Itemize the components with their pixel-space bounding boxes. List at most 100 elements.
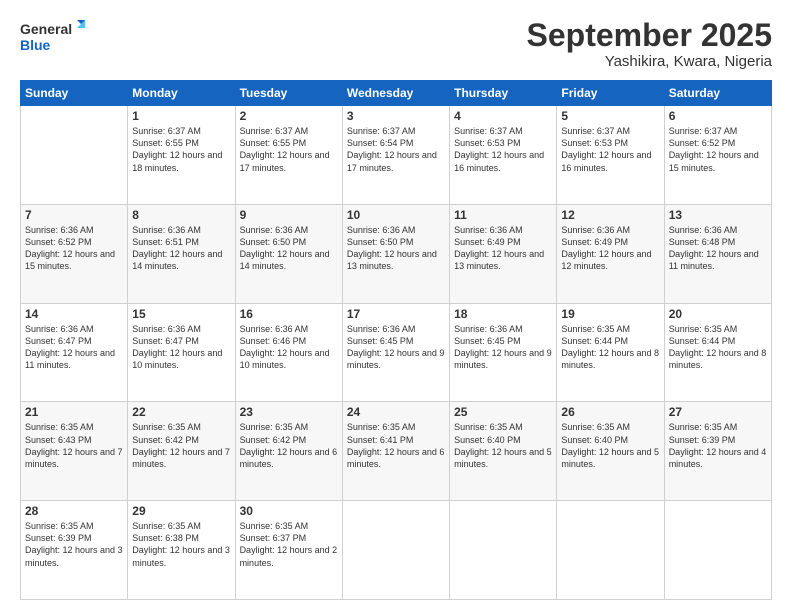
day-number: 18 [454,307,552,321]
cell-4-6: 26 Sunrise: 6:35 AMSunset: 6:40 PMDaylig… [557,402,664,501]
col-tuesday: Tuesday [235,81,342,106]
cell-1-2: 1 Sunrise: 6:37 AMSunset: 6:55 PMDayligh… [128,106,235,205]
cell-info: Sunrise: 6:37 AMSunset: 6:52 PMDaylight:… [669,126,759,172]
day-number: 9 [240,208,338,222]
cell-5-5 [450,501,557,600]
cell-1-3: 2 Sunrise: 6:37 AMSunset: 6:55 PMDayligh… [235,106,342,205]
cell-3-3: 16 Sunrise: 6:36 AMSunset: 6:46 PMDaylig… [235,303,342,402]
calendar-header-row: Sunday Monday Tuesday Wednesday Thursday… [21,81,772,106]
svg-text:General: General [20,21,72,37]
week-row-3: 14 Sunrise: 6:36 AMSunset: 6:47 PMDaylig… [21,303,772,402]
logo-svg: General Blue [20,18,90,60]
cell-info: Sunrise: 6:35 AMSunset: 6:39 PMDaylight:… [669,422,767,468]
day-number: 27 [669,405,767,419]
cell-5-7 [664,501,771,600]
day-number: 2 [240,109,338,123]
cell-info: Sunrise: 6:35 AMSunset: 6:38 PMDaylight:… [132,521,230,567]
col-friday: Friday [557,81,664,106]
cell-info: Sunrise: 6:37 AMSunset: 6:55 PMDaylight:… [240,126,330,172]
header: General Blue September 2025 Yashikira, K… [20,18,772,70]
cell-1-1 [21,106,128,205]
svg-text:Blue: Blue [20,37,51,53]
cell-info: Sunrise: 6:36 AMSunset: 6:50 PMDaylight:… [240,225,330,271]
day-number: 24 [347,405,445,419]
col-sunday: Sunday [21,81,128,106]
cell-info: Sunrise: 6:35 AMSunset: 6:43 PMDaylight:… [25,422,123,468]
cell-5-3: 30 Sunrise: 6:35 AMSunset: 6:37 PMDaylig… [235,501,342,600]
cell-2-2: 8 Sunrise: 6:36 AMSunset: 6:51 PMDayligh… [128,204,235,303]
cell-3-6: 19 Sunrise: 6:35 AMSunset: 6:44 PMDaylig… [557,303,664,402]
cell-info: Sunrise: 6:35 AMSunset: 6:44 PMDaylight:… [561,324,659,370]
day-number: 29 [132,504,230,518]
cell-4-3: 23 Sunrise: 6:35 AMSunset: 6:42 PMDaylig… [235,402,342,501]
cell-info: Sunrise: 6:37 AMSunset: 6:55 PMDaylight:… [132,126,222,172]
cell-info: Sunrise: 6:35 AMSunset: 6:44 PMDaylight:… [669,324,767,370]
cell-5-4 [342,501,449,600]
day-number: 14 [25,307,123,321]
cell-3-5: 18 Sunrise: 6:36 AMSunset: 6:45 PMDaylig… [450,303,557,402]
day-number: 21 [25,405,123,419]
day-number: 26 [561,405,659,419]
cell-1-5: 4 Sunrise: 6:37 AMSunset: 6:53 PMDayligh… [450,106,557,205]
title-block: September 2025 Yashikira, Kwara, Nigeria [527,18,772,70]
cell-info: Sunrise: 6:36 AMSunset: 6:47 PMDaylight:… [132,324,222,370]
col-saturday: Saturday [664,81,771,106]
month-title: September 2025 [527,18,772,53]
cell-3-2: 15 Sunrise: 6:36 AMSunset: 6:47 PMDaylig… [128,303,235,402]
cell-info: Sunrise: 6:36 AMSunset: 6:48 PMDaylight:… [669,225,759,271]
day-number: 13 [669,208,767,222]
day-number: 6 [669,109,767,123]
cell-1-6: 5 Sunrise: 6:37 AMSunset: 6:53 PMDayligh… [557,106,664,205]
cell-2-7: 13 Sunrise: 6:36 AMSunset: 6:48 PMDaylig… [664,204,771,303]
col-wednesday: Wednesday [342,81,449,106]
cell-info: Sunrise: 6:35 AMSunset: 6:39 PMDaylight:… [25,521,123,567]
cell-2-6: 12 Sunrise: 6:36 AMSunset: 6:49 PMDaylig… [557,204,664,303]
col-thursday: Thursday [450,81,557,106]
week-row-2: 7 Sunrise: 6:36 AMSunset: 6:52 PMDayligh… [21,204,772,303]
cell-5-6 [557,501,664,600]
week-row-4: 21 Sunrise: 6:35 AMSunset: 6:43 PMDaylig… [21,402,772,501]
day-number: 23 [240,405,338,419]
page: General Blue September 2025 Yashikira, K… [0,0,792,612]
cell-2-5: 11 Sunrise: 6:36 AMSunset: 6:49 PMDaylig… [450,204,557,303]
week-row-1: 1 Sunrise: 6:37 AMSunset: 6:55 PMDayligh… [21,106,772,205]
cell-1-7: 6 Sunrise: 6:37 AMSunset: 6:52 PMDayligh… [664,106,771,205]
cell-info: Sunrise: 6:36 AMSunset: 6:45 PMDaylight:… [347,324,445,370]
cell-4-4: 24 Sunrise: 6:35 AMSunset: 6:41 PMDaylig… [342,402,449,501]
location: Yashikira, Kwara, Nigeria [527,53,772,70]
day-number: 8 [132,208,230,222]
cell-info: Sunrise: 6:35 AMSunset: 6:40 PMDaylight:… [454,422,552,468]
logo: General Blue [20,18,90,60]
cell-3-1: 14 Sunrise: 6:36 AMSunset: 6:47 PMDaylig… [21,303,128,402]
day-number: 25 [454,405,552,419]
cell-info: Sunrise: 6:37 AMSunset: 6:54 PMDaylight:… [347,126,437,172]
calendar-table: Sunday Monday Tuesday Wednesday Thursday… [20,80,772,600]
cell-info: Sunrise: 6:37 AMSunset: 6:53 PMDaylight:… [561,126,651,172]
day-number: 1 [132,109,230,123]
cell-info: Sunrise: 6:36 AMSunset: 6:51 PMDaylight:… [132,225,222,271]
cell-2-4: 10 Sunrise: 6:36 AMSunset: 6:50 PMDaylig… [342,204,449,303]
cell-5-2: 29 Sunrise: 6:35 AMSunset: 6:38 PMDaylig… [128,501,235,600]
col-monday: Monday [128,81,235,106]
cell-info: Sunrise: 6:36 AMSunset: 6:47 PMDaylight:… [25,324,115,370]
day-number: 17 [347,307,445,321]
day-number: 15 [132,307,230,321]
day-number: 16 [240,307,338,321]
cell-2-1: 7 Sunrise: 6:36 AMSunset: 6:52 PMDayligh… [21,204,128,303]
cell-info: Sunrise: 6:37 AMSunset: 6:53 PMDaylight:… [454,126,544,172]
cell-info: Sunrise: 6:36 AMSunset: 6:49 PMDaylight:… [561,225,651,271]
week-row-5: 28 Sunrise: 6:35 AMSunset: 6:39 PMDaylig… [21,501,772,600]
day-number: 22 [132,405,230,419]
day-number: 20 [669,307,767,321]
day-number: 30 [240,504,338,518]
cell-4-2: 22 Sunrise: 6:35 AMSunset: 6:42 PMDaylig… [128,402,235,501]
cell-info: Sunrise: 6:35 AMSunset: 6:40 PMDaylight:… [561,422,659,468]
cell-3-4: 17 Sunrise: 6:36 AMSunset: 6:45 PMDaylig… [342,303,449,402]
day-number: 19 [561,307,659,321]
cell-info: Sunrise: 6:36 AMSunset: 6:45 PMDaylight:… [454,324,552,370]
cell-3-7: 20 Sunrise: 6:35 AMSunset: 6:44 PMDaylig… [664,303,771,402]
day-number: 11 [454,208,552,222]
day-number: 28 [25,504,123,518]
cell-info: Sunrise: 6:36 AMSunset: 6:49 PMDaylight:… [454,225,544,271]
cell-5-1: 28 Sunrise: 6:35 AMSunset: 6:39 PMDaylig… [21,501,128,600]
